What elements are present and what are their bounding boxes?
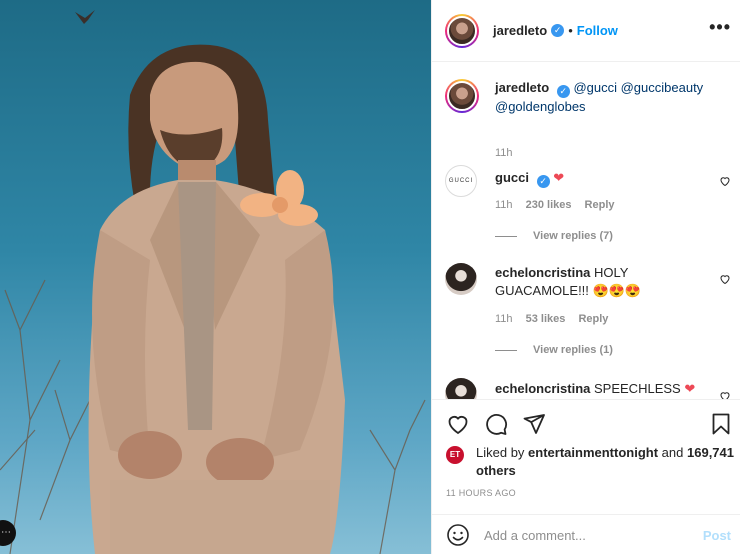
- comment-avatar[interactable]: [445, 378, 477, 399]
- more-options-icon[interactable]: •••: [709, 17, 731, 38]
- add-comment-bar: Post: [432, 514, 740, 554]
- emoji-smiley-icon[interactable]: [446, 523, 470, 547]
- comment-text: echeloncristina HOLY GUACAMOLE!!! 😍😍😍: [495, 264, 705, 300]
- caption-time[interactable]: 11h: [495, 147, 513, 159]
- reply-button[interactable]: Reply: [578, 313, 608, 325]
- caption-username[interactable]: jaredleto: [495, 80, 549, 95]
- caption-meta: 11h: [495, 147, 523, 159]
- caption-mention[interactable]: @goldenglobes: [495, 99, 586, 114]
- header-separator: •: [568, 23, 573, 38]
- like-comment-heart-icon[interactable]: [719, 390, 731, 399]
- caption: jaredleto ✓ @gucci @guccibeauty @goldeng…: [445, 79, 735, 159]
- comment-text: echeloncristina SPEECHLESS ❤: [495, 380, 705, 398]
- comment-emoji: ❤: [684, 381, 696, 396]
- reply-button[interactable]: Reply: [585, 199, 615, 211]
- comment-avatar[interactable]: GUCCI: [445, 165, 477, 197]
- comment-meta: 11h 230 likes Reply: [495, 199, 625, 211]
- comment-likes[interactable]: 53 likes: [526, 313, 566, 325]
- comment-bubble-icon[interactable]: [484, 412, 508, 436]
- comment-item: GUCCI gucci ✓ ❤ 11h 230 likes Reply View…: [445, 165, 735, 255]
- caption-avatar[interactable]: [445, 79, 479, 113]
- liked-by-prefix: Liked by: [476, 445, 525, 460]
- comment-message: SPEECHLESS: [594, 381, 681, 396]
- post-side-panel: jaredleto ✓ • Follow ••• jaredleto ✓ @gu…: [431, 0, 740, 554]
- author-username[interactable]: jaredleto: [493, 23, 547, 38]
- instagram-post-modal: ⋯ jaredleto ✓ • Follow ••• jaredleto ✓ @…: [0, 0, 740, 554]
- author-avatar[interactable]: [445, 13, 479, 48]
- view-replies-button[interactable]: View replies (1): [495, 344, 613, 356]
- comment-likes[interactable]: 230 likes: [526, 199, 572, 211]
- like-comment-heart-icon[interactable]: [719, 175, 731, 187]
- comment-username[interactable]: echeloncristina: [495, 265, 590, 280]
- liked-by-text: Liked by entertainmenttonight and 169,74…: [446, 444, 736, 480]
- comment-username[interactable]: echeloncristina: [495, 381, 590, 396]
- comment-username[interactable]: gucci: [495, 170, 529, 185]
- comment-emoji: 😍😍😍: [592, 283, 642, 298]
- follow-button[interactable]: Follow: [577, 23, 618, 38]
- post-actions: ET Liked by entertainmenttonight and 169…: [432, 399, 740, 554]
- like-heart-icon[interactable]: [446, 412, 470, 436]
- post-photo-illustration: [0, 10, 426, 554]
- verified-badge-icon: ✓: [551, 24, 565, 37]
- comments-list[interactable]: jaredleto ✓ @gucci @guccibeauty @goldeng…: [432, 63, 740, 399]
- caption-mention[interactable]: @gucci: [573, 80, 617, 95]
- verified-badge-icon: ✓: [556, 85, 570, 98]
- comment-time[interactable]: 11h: [495, 313, 513, 325]
- comment-text: gucci ✓ ❤: [495, 169, 705, 188]
- share-paper-plane-icon[interactable]: [522, 412, 546, 436]
- comment-meta: 11h 53 likes Reply: [495, 313, 618, 325]
- post-header: jaredleto ✓ • Follow •••: [432, 0, 740, 62]
- liker-username[interactable]: entertainmenttonight: [528, 445, 658, 460]
- view-replies-button[interactable]: View replies (7): [495, 230, 613, 242]
- liked-by: ET Liked by entertainmenttonight and 169…: [446, 444, 736, 480]
- post-photo[interactable]: ⋯: [0, 0, 431, 554]
- comment-avatar[interactable]: [445, 263, 477, 295]
- comment-emoji: ❤: [553, 170, 565, 185]
- like-comment-heart-icon[interactable]: [719, 273, 731, 285]
- comment-item: echeloncristina HOLY GUACAMOLE!!! 😍😍😍 11…: [445, 263, 735, 358]
- liker-avatar[interactable]: ET: [446, 446, 464, 464]
- comment-item: echeloncristina SPEECHLESS ❤: [445, 378, 735, 399]
- action-icons: [446, 412, 546, 436]
- post-timestamp[interactable]: 11 HOURS AGO: [446, 488, 516, 498]
- liked-by-conj: and: [661, 445, 684, 460]
- verified-badge-icon: ✓: [536, 175, 550, 188]
- comment-time[interactable]: 11h: [495, 199, 513, 211]
- comment-input[interactable]: [484, 527, 694, 543]
- caption-text: jaredleto ✓ @gucci @guccibeauty @goldeng…: [495, 79, 710, 116]
- caption-mention[interactable]: @guccibeauty: [621, 80, 704, 95]
- post-comment-button[interactable]: Post: [703, 528, 731, 543]
- save-bookmark-icon[interactable]: [709, 412, 733, 436]
